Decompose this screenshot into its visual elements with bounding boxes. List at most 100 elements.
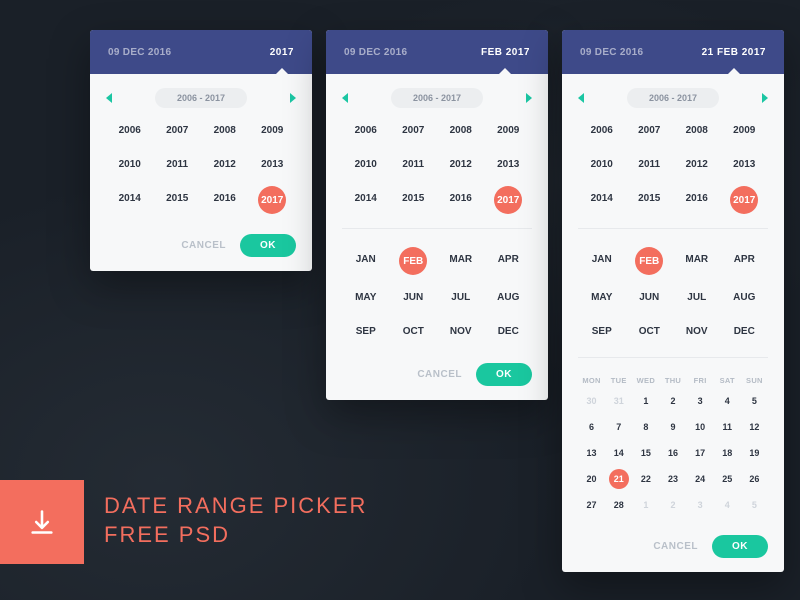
next-range-button[interactable] [526,93,532,103]
year-cell[interactable]: 2008 [445,118,477,142]
day-cell[interactable]: 1 [636,391,656,411]
day-cell[interactable]: 16 [663,443,683,463]
day-cell[interactable]: 30 [582,391,602,411]
year-range-pill[interactable]: 2006 - 2017 [627,88,719,108]
day-cell[interactable]: 20 [582,469,602,489]
day-cell[interactable]: 21 [609,469,629,489]
month-cell[interactable]: AUG [492,285,524,309]
year-cell[interactable]: 2006 [586,118,618,142]
ok-button[interactable]: OK [240,234,296,257]
day-cell[interactable]: 10 [690,417,710,437]
year-cell[interactable]: 2008 [681,118,713,142]
year-cell[interactable]: 2013 [728,152,760,176]
year-cell[interactable]: 2011 [397,152,429,176]
day-cell[interactable]: 17 [690,443,710,463]
month-cell[interactable]: DEC [728,319,760,343]
year-cell[interactable]: 2016 [209,186,241,210]
month-cell[interactable]: MAY [350,285,382,309]
day-cell[interactable]: 3 [690,495,710,515]
prev-range-button[interactable] [578,93,584,103]
month-cell[interactable]: NOV [445,319,477,343]
day-cell[interactable]: 11 [717,417,737,437]
year-cell[interactable]: 2013 [492,152,524,176]
day-cell[interactable]: 4 [717,495,737,515]
month-cell[interactable]: NOV [681,319,713,343]
year-cell[interactable]: 2013 [256,152,288,176]
year-range-pill[interactable]: 2006 - 2017 [391,88,483,108]
day-cell[interactable]: 5 [744,495,764,515]
day-cell[interactable]: 14 [609,443,629,463]
day-cell[interactable]: 27 [582,495,602,515]
day-cell[interactable]: 26 [744,469,764,489]
year-cell[interactable]: 2012 [681,152,713,176]
day-cell[interactable]: 31 [609,391,629,411]
year-cell[interactable]: 2016 [445,186,477,210]
prev-range-button[interactable] [342,93,348,103]
year-cell[interactable]: 2015 [161,186,193,210]
year-cell[interactable]: 2009 [256,118,288,142]
day-cell[interactable]: 12 [744,417,764,437]
month-cell[interactable]: SEP [586,319,618,343]
year-cell[interactable]: 2010 [350,152,382,176]
day-cell[interactable]: 24 [690,469,710,489]
day-cell[interactable]: 15 [636,443,656,463]
month-cell[interactable]: MAR [681,247,713,271]
day-cell[interactable]: 5 [744,391,764,411]
day-cell[interactable]: 22 [636,469,656,489]
day-cell[interactable]: 4 [717,391,737,411]
year-cell[interactable]: 2007 [161,118,193,142]
year-cell[interactable]: 2017 [730,186,758,214]
year-cell[interactable]: 2017 [258,186,286,214]
day-cell[interactable]: 8 [636,417,656,437]
day-cell[interactable]: 3 [690,391,710,411]
day-cell[interactable]: 28 [609,495,629,515]
cancel-button[interactable]: CANCEL [653,541,698,552]
header-start-date[interactable]: 09 DEC 2016 [580,47,643,58]
year-cell[interactable]: 2007 [397,118,429,142]
day-cell[interactable]: 25 [717,469,737,489]
year-cell[interactable]: 2011 [161,152,193,176]
year-cell[interactable]: 2009 [728,118,760,142]
day-cell[interactable]: 19 [744,443,764,463]
day-cell[interactable]: 18 [717,443,737,463]
month-cell[interactable]: APR [728,247,760,271]
month-cell[interactable]: FEB [399,247,427,275]
month-cell[interactable]: SEP [350,319,382,343]
next-range-button[interactable] [762,93,768,103]
year-cell[interactable]: 2010 [586,152,618,176]
prev-range-button[interactable] [106,93,112,103]
year-cell[interactable]: 2010 [114,152,146,176]
month-cell[interactable]: MAY [586,285,618,309]
year-cell[interactable]: 2009 [492,118,524,142]
year-cell[interactable]: 2017 [494,186,522,214]
year-cell[interactable]: 2015 [633,186,665,210]
day-cell[interactable]: 2 [663,495,683,515]
year-cell[interactable]: 2015 [397,186,429,210]
day-cell[interactable]: 9 [663,417,683,437]
month-cell[interactable]: OCT [633,319,665,343]
year-cell[interactable]: 2014 [350,186,382,210]
cancel-button[interactable]: CANCEL [417,369,462,380]
month-cell[interactable]: OCT [397,319,429,343]
ok-button[interactable]: OK [476,363,532,386]
month-cell[interactable]: FEB [635,247,663,275]
month-cell[interactable]: APR [492,247,524,271]
day-cell[interactable]: 23 [663,469,683,489]
month-cell[interactable]: DEC [492,319,524,343]
month-cell[interactable]: JUN [397,285,429,309]
day-cell[interactable]: 1 [636,495,656,515]
year-cell[interactable]: 2011 [633,152,665,176]
month-cell[interactable]: JUL [445,285,477,309]
month-cell[interactable]: JUL [681,285,713,309]
month-cell[interactable]: MAR [445,247,477,271]
year-cell[interactable]: 2012 [445,152,477,176]
year-range-pill[interactable]: 2006 - 2017 [155,88,247,108]
year-cell[interactable]: 2014 [114,186,146,210]
month-cell[interactable]: JAN [350,247,382,271]
ok-button[interactable]: OK [712,535,768,558]
header-start-date[interactable]: 09 DEC 2016 [108,47,171,58]
year-cell[interactable]: 2008 [209,118,241,142]
year-cell[interactable]: 2006 [350,118,382,142]
day-cell[interactable]: 2 [663,391,683,411]
year-cell[interactable]: 2012 [209,152,241,176]
